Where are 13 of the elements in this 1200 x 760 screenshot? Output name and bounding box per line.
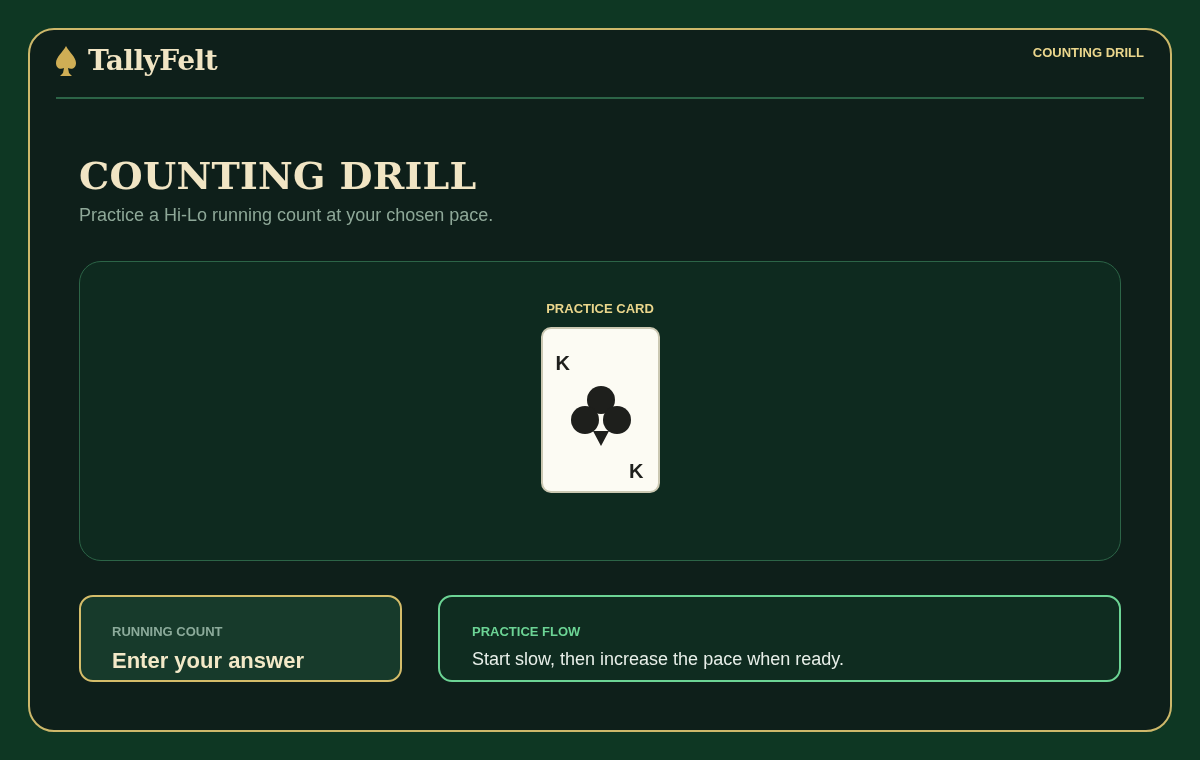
practice-flow-label: PRACTICE FLOW <box>472 624 582 638</box>
answer-field[interactable]: Enter your answer <box>112 648 362 673</box>
practice-flow-text: Start slow, then increase the pace when ready. <box>472 648 845 671</box>
nav-link[interactable]: COUNTING DRILL <box>1032 46 1144 59</box>
card-rank: K <box>555 352 570 373</box>
spade-icon <box>56 46 76 76</box>
running-count-label: RUNNING COUNT <box>112 624 224 638</box>
brand-name: TallyFelt <box>88 47 218 75</box>
page-title: COUNTING DRILL <box>79 157 478 195</box>
card-rank: K <box>629 460 644 481</box>
stage-label: PRACTICE CARD <box>546 301 654 315</box>
club-icon <box>570 385 631 446</box>
page-subtitle: Practice a Hi-Lo running count at your chosen pace. <box>79 205 495 227</box>
